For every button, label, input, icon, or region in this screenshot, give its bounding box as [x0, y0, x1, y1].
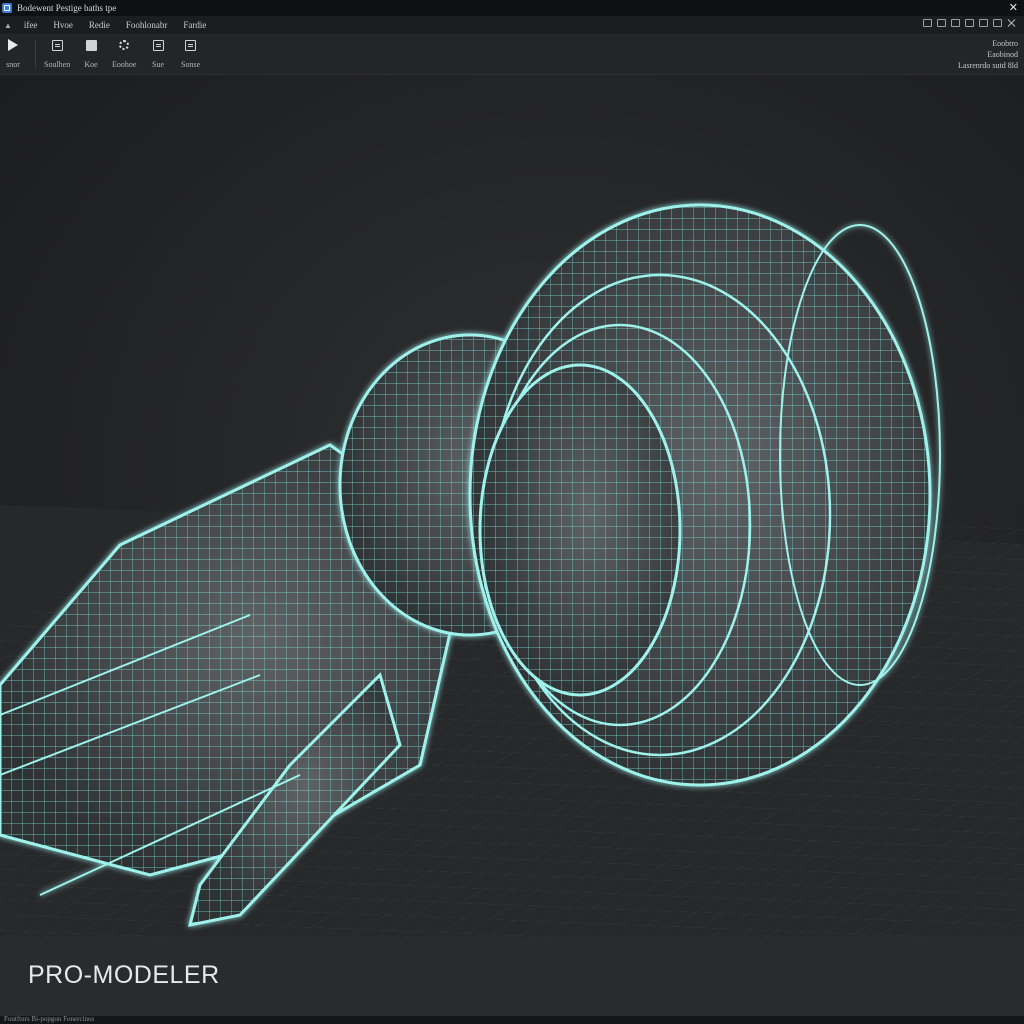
wireframe-model — [0, 203, 1024, 937]
app-icon — [2, 3, 12, 13]
tool-label: snor — [6, 60, 20, 69]
tool-play-button[interactable]: snor — [6, 38, 20, 69]
status-text: Foutfturs Bi-popgon Fonercinos — [4, 1015, 95, 1023]
status-bar: Foutfturs Bi-popgon Fonercinos — [0, 1015, 1024, 1024]
play-icon — [6, 38, 20, 52]
brand-label: PRO-MODELER — [28, 961, 220, 989]
window-title: Bodewent Pestige baths tpe — [17, 3, 117, 13]
collapse-icon[interactable] — [1007, 19, 1016, 27]
tool-cube-button[interactable]: Koe — [84, 38, 98, 69]
panel-icon — [50, 38, 64, 52]
menu-bar: ▲ ifee Hvoe Redie Foohlonabr Fardie — [0, 16, 1024, 34]
camera-icon[interactable] — [951, 19, 960, 27]
menu-item-1[interactable]: ifee — [24, 20, 38, 30]
menu-item-3[interactable]: Redie — [89, 20, 110, 30]
title-bar: Bodewent Pestige baths tpe ✕ — [0, 0, 1024, 16]
window-controls — [923, 19, 1016, 27]
toolbar: snor Soulhen Koe Eoohoe Sue Sonse Eoobtr… — [0, 34, 1024, 75]
settings-icon[interactable] — [979, 19, 988, 27]
document-icon[interactable] — [965, 19, 974, 27]
menu-item-4[interactable]: Foohlonabr — [126, 20, 168, 30]
tool-label: Sue — [152, 60, 164, 69]
3d-viewport[interactable] — [0, 75, 1024, 937]
tool-label: Eoohoe — [112, 60, 137, 69]
menu-item-5[interactable]: Fardie — [183, 20, 206, 30]
cursor-icon: ▲ — [4, 20, 12, 30]
menu-item-2[interactable]: Hvoe — [53, 20, 73, 30]
toolbar-info: Eoobtro Eaobinod Lasrenrdo sutd 8ld — [958, 38, 1018, 71]
tool-gear-button[interactable]: Eoohoe — [112, 38, 136, 69]
tool-edit-button[interactable]: Sue — [151, 38, 165, 69]
toolbar-info-line-2[interactable]: Eaobinod — [958, 49, 1018, 60]
tool-label: Sonse — [181, 60, 201, 69]
save-icon[interactable] — [993, 19, 1002, 27]
tool-image-button[interactable]: Sonse — [181, 38, 200, 69]
toolbar-info-line-3[interactable]: Lasrenrdo sutd 8ld — [958, 60, 1018, 71]
toolbar-info-line-1[interactable]: Eoobtro — [958, 38, 1018, 49]
layout-icon[interactable] — [923, 19, 932, 27]
tool-label: Soulhen — [44, 60, 71, 69]
image-icon — [184, 38, 198, 52]
edit-icon — [151, 38, 165, 52]
cube-icon — [84, 38, 98, 52]
tool-panel-button[interactable]: Soulhen — [44, 38, 70, 69]
toolbar-divider — [35, 40, 36, 68]
grid-icon[interactable] — [937, 19, 946, 27]
tool-label: Koe — [84, 60, 98, 69]
gear-icon — [117, 38, 131, 52]
brand-bar: PRO-MODELER — [0, 937, 1024, 1016]
close-icon[interactable]: ✕ — [1009, 1, 1018, 14]
